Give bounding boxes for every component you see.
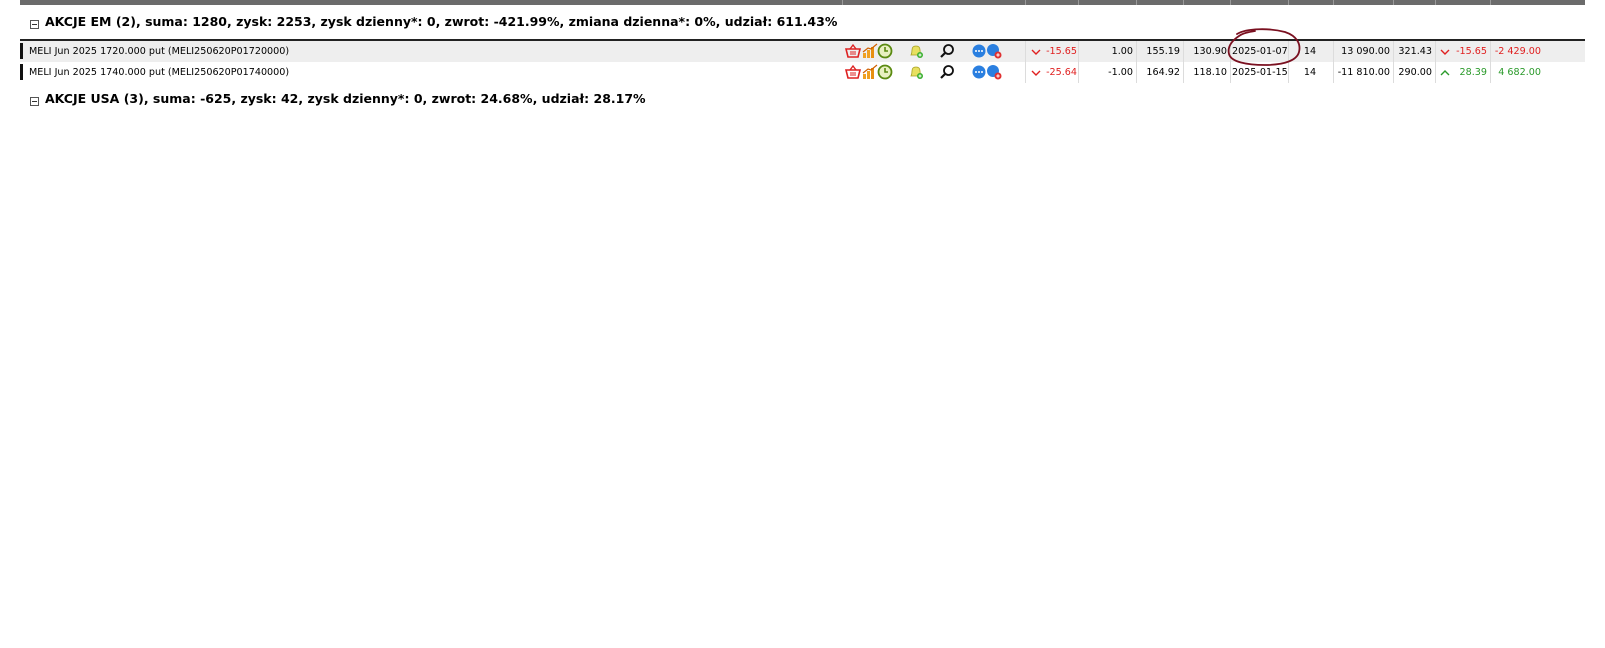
- collapse-toggle-icon[interactable]: [30, 96, 39, 106]
- arrow-up-icon: [1440, 70, 1450, 76]
- annotation-circle: [1227, 28, 1301, 66]
- alert-bell-icon[interactable]: [908, 64, 924, 80]
- daily-change: -15.65: [1046, 46, 1077, 57]
- position-value: -11 810.00: [1337, 67, 1390, 78]
- table-row[interactable]: MELI Jun 2025 1740.000 put (MELI250620P0…: [20, 62, 1585, 83]
- table-row[interactable]: MELI Jun 2025 1720.000 put (MELI250620P0…: [20, 41, 1585, 62]
- cost-value: 290.00: [1398, 67, 1432, 78]
- comment-icon[interactable]: [971, 43, 987, 59]
- comment-icon[interactable]: [971, 64, 987, 80]
- quantity: 1.00: [1111, 46, 1133, 57]
- daily-change: -25.64: [1046, 67, 1077, 78]
- price-open: 164.92: [1146, 67, 1180, 78]
- profit: -2 429.00: [1494, 46, 1541, 57]
- group-header-label: AKCJE EM (2), suma: 1280, zysk: 2253, zy…: [45, 13, 838, 29]
- group-header-label: AKCJE USA (3), suma: -625, zysk: 42, zys…: [45, 90, 646, 106]
- search-icon[interactable]: [939, 43, 955, 59]
- chart-icon[interactable]: [862, 64, 878, 80]
- price-open: 155.19: [1146, 46, 1180, 57]
- quantity: -1.00: [1108, 67, 1133, 78]
- arrow-down-icon: [1440, 49, 1450, 55]
- clock-icon[interactable]: [877, 64, 893, 80]
- alert-bell-icon[interactable]: [908, 43, 924, 59]
- row-marker: [20, 43, 23, 59]
- daily-change-2: 28.39: [1459, 67, 1487, 78]
- position-value: 13 090.00: [1341, 46, 1390, 57]
- basket-icon[interactable]: [845, 43, 861, 59]
- collapse-toggle-icon[interactable]: [30, 19, 39, 29]
- basket-icon[interactable]: [845, 64, 861, 80]
- group-header-usa: AKCJE USA (3), suma: -625, zysk: 42, zys…: [30, 88, 646, 108]
- comment-add-icon[interactable]: [986, 43, 1002, 59]
- row-marker: [20, 64, 23, 80]
- instrument-name[interactable]: MELI Jun 2025 1720.000 put (MELI250620P0…: [29, 41, 289, 62]
- group-header-em: AKCJE EM (2), suma: 1280, zysk: 2253, zy…: [30, 11, 837, 31]
- price-current: 130.90: [1193, 46, 1227, 57]
- table-top-bar: [20, 0, 1585, 5]
- cost-value: 321.43: [1398, 46, 1432, 57]
- daily-change-2: -15.65: [1456, 46, 1487, 57]
- chart-icon[interactable]: [862, 43, 878, 59]
- clock-icon[interactable]: [877, 43, 893, 59]
- comment-add-icon[interactable]: [986, 64, 1002, 80]
- search-icon[interactable]: [939, 64, 955, 80]
- profit: 4 682.00: [1498, 67, 1541, 78]
- price-current: 118.10: [1193, 67, 1227, 78]
- instrument-name[interactable]: MELI Jun 2025 1740.000 put (MELI250620P0…: [29, 62, 289, 83]
